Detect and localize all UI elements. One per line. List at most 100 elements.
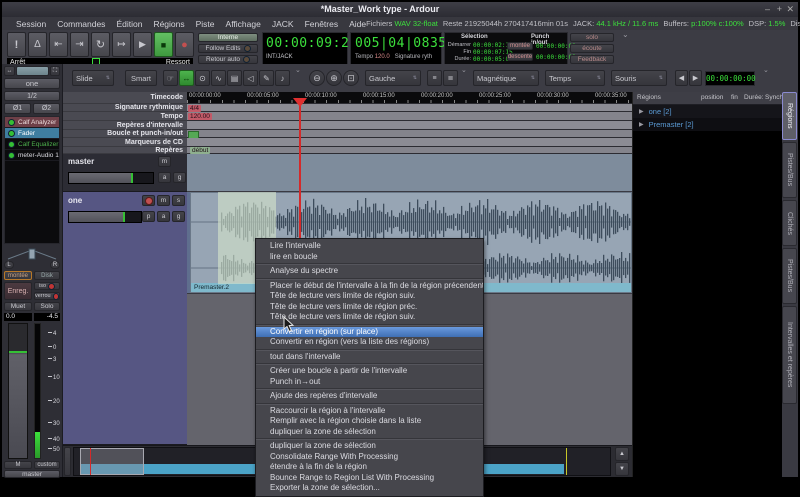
ruler-label-location-markers[interactable]: Repères [63, 147, 187, 154]
signature-ruler[interactable]: 4/4 [187, 104, 632, 112]
menu-item-add-range-markers[interactable]: Ajoute des repères d'intervalle [256, 391, 483, 402]
nudge-clock[interactable]: 00:00:00:00 [705, 71, 755, 86]
record-button[interactable]: ● [175, 32, 194, 57]
ruler-label-loop-punch[interactable]: Boucle et punch-in/out [63, 130, 187, 138]
expand-arrow-icon[interactable]: ▶ [639, 108, 644, 115]
col-end[interactable]: fin [731, 94, 738, 101]
plugin-active-led[interactable] [8, 141, 15, 148]
tool-draw-button[interactable]: ✎ [259, 70, 274, 86]
plugin-fader[interactable]: Fader [5, 128, 59, 139]
phase-2-button[interactable]: Ø2 [33, 103, 60, 114]
one-track-header[interactable]: one m s p a g [63, 192, 187, 445]
edit-point-dropdown[interactable]: Souris⇅ [611, 70, 667, 86]
phase-1-button[interactable]: Ø1 [4, 103, 31, 114]
smart-mode-button[interactable]: Smart [125, 70, 157, 86]
cd-marker-ruler[interactable] [187, 138, 632, 147]
menu-aide[interactable]: Aide [349, 19, 366, 29]
menu-affichage[interactable]: Affichage [226, 19, 261, 29]
region-list-row[interactable]: ▶ one [2] [633, 105, 782, 118]
loop-punch-ruler[interactable] [187, 130, 632, 138]
track-height-chevron-icon[interactable]: ⌄ [461, 66, 467, 74]
primary-clock[interactable]: 00:00:09:21 INT/JACK [262, 32, 348, 67]
fit-tracks-button[interactable]: ≡ [427, 70, 442, 86]
lock-button[interactable]: verrou [34, 292, 60, 300]
menu-item-move-range-start[interactable]: Placer le début de l'intervalle à la fin… [256, 281, 483, 292]
ruler-label-timecode[interactable]: Timecode [63, 92, 187, 104]
tab-ranges-marks[interactable]: Intervalles et repères [782, 306, 797, 404]
minimize-button[interactable]: – [765, 4, 770, 14]
menu-fenetres[interactable]: Fenêtres [305, 19, 339, 29]
metering-point-button[interactable]: M [4, 461, 32, 469]
grid-unit-dropdown[interactable]: Temps⇅ [545, 70, 605, 86]
auto-return-button[interactable]: Retour auto [198, 55, 258, 64]
fade-in-button[interactable]: montée [507, 42, 533, 50]
range-marker-ruler[interactable] [187, 121, 632, 130]
tab-tracks-buses[interactable]: Pistes/Bus [782, 142, 797, 198]
menu-piste[interactable]: Piste [196, 19, 215, 29]
close-button[interactable]: ✕ [786, 4, 794, 15]
strip-io-button[interactable]: 1/2 [4, 91, 60, 101]
feedback-button[interactable]: Feedback [570, 55, 614, 64]
menu-item-crop-region[interactable]: Raccourcir la région à l'intervalle [256, 406, 483, 417]
listen-button[interactable]: écoute [570, 44, 614, 53]
tool-stretch-button[interactable]: ∿ [211, 70, 226, 86]
ruler-label-range-markers[interactable]: Repères d'intervalle [63, 121, 187, 130]
meter-custom-button[interactable]: custom [34, 461, 60, 469]
output-button[interactable]: master [4, 470, 60, 478]
record-enable-button[interactable]: Enreg. [4, 282, 32, 300]
tab-tracks-buses-2[interactable]: Pistes/Bus [782, 248, 797, 304]
tempo-ruler[interactable]: 120.00 [187, 112, 632, 121]
tool-cut-button[interactable]: ⊙ [195, 70, 210, 86]
menu-item-consolidate-range[interactable]: Consolidate Range With Processing [256, 452, 483, 463]
menu-commandes[interactable]: Commandes [57, 19, 105, 29]
timecode-ruler[interactable]: 00:00:00:00 00:00:05:00 00:00:10:00 00:0… [187, 92, 632, 104]
ruler-label-signature[interactable]: Signature rythmique [63, 104, 187, 112]
goto-end-button[interactable]: ⇥ [70, 32, 89, 57]
one-playlist-button[interactable]: p [142, 211, 155, 222]
plugin-active-led[interactable] [8, 130, 15, 137]
zoom-out-button[interactable]: ⊖ [309, 70, 325, 86]
tab-snapshots[interactable]: Clichés [782, 200, 797, 246]
tool-grab-button[interactable]: ☞ [163, 70, 178, 86]
one-solo-button[interactable]: s [172, 195, 185, 206]
menu-item-export-range[interactable]: Exporter la zone de sélection... [256, 483, 483, 494]
loop-button[interactable]: ↻ [91, 32, 110, 57]
nudge-back-button[interactable]: ◀ [675, 70, 688, 86]
signature-marker[interactable]: 4/4 [188, 105, 201, 112]
menu-item-bounce-range[interactable]: Bounce Range to Region List With Process… [256, 473, 483, 484]
iso-button[interactable]: iso [34, 282, 60, 290]
master-track-lane[interactable] [187, 154, 632, 192]
tool-audition-button[interactable]: ◁ [243, 70, 258, 86]
strip-color-button[interactable] [16, 66, 49, 76]
strip-fade-in-button[interactable]: montée [4, 271, 32, 280]
one-mute-button[interactable]: m [157, 195, 170, 206]
play-range-button[interactable]: ↦ [112, 32, 131, 57]
playhead-marker[interactable] [293, 98, 307, 107]
plugin-active-led[interactable] [8, 119, 15, 126]
stop-button[interactable]: ■ [154, 32, 173, 57]
plugin-calf-equalizer[interactable]: Calf Equalizer [5, 139, 59, 150]
follow-edits-button[interactable]: Follow Edits [198, 44, 258, 53]
gain-display[interactable]: 0.0 [4, 313, 32, 321]
tool-edit-notes-button[interactable]: ♪ [275, 70, 290, 86]
menu-item-playhead-next-boundary[interactable]: Tête de lecture vers limite de région su… [256, 291, 483, 302]
summary-zoom-out-button[interactable]: ▼ [615, 462, 629, 476]
menu-edition[interactable]: Édition [116, 19, 142, 29]
nudge-chevron-icon[interactable]: ⌄ [763, 66, 769, 74]
menu-item-convert-to-region-list[interactable]: Convertir en région (vers la liste des r… [256, 337, 483, 348]
master-mute-button[interactable]: m [158, 156, 171, 167]
disk-button[interactable]: Disk [34, 271, 60, 280]
plugin-calf-analyzer[interactable]: Calf Analyzer [5, 117, 59, 128]
start-location-marker[interactable]: début [190, 147, 210, 154]
menu-jack[interactable]: JACK [272, 19, 294, 29]
strip-expand-button[interactable]: ⛶ [50, 66, 60, 76]
fade-out-button[interactable]: descente [507, 53, 533, 61]
ruler-label-tempo[interactable]: Tempo [63, 112, 187, 121]
menu-item-duplicate-range-2[interactable]: dupliquer la zone de sélection [256, 441, 483, 452]
one-track-name[interactable]: one [68, 196, 82, 205]
one-record-button[interactable] [142, 195, 155, 206]
transport-options-chevron-icon[interactable]: ⌄ [622, 30, 629, 39]
edit-mode-dropdown[interactable]: Slide⇅ [72, 70, 114, 86]
one-gain-slider[interactable] [68, 211, 142, 223]
maximize-button[interactable]: + [777, 4, 782, 14]
